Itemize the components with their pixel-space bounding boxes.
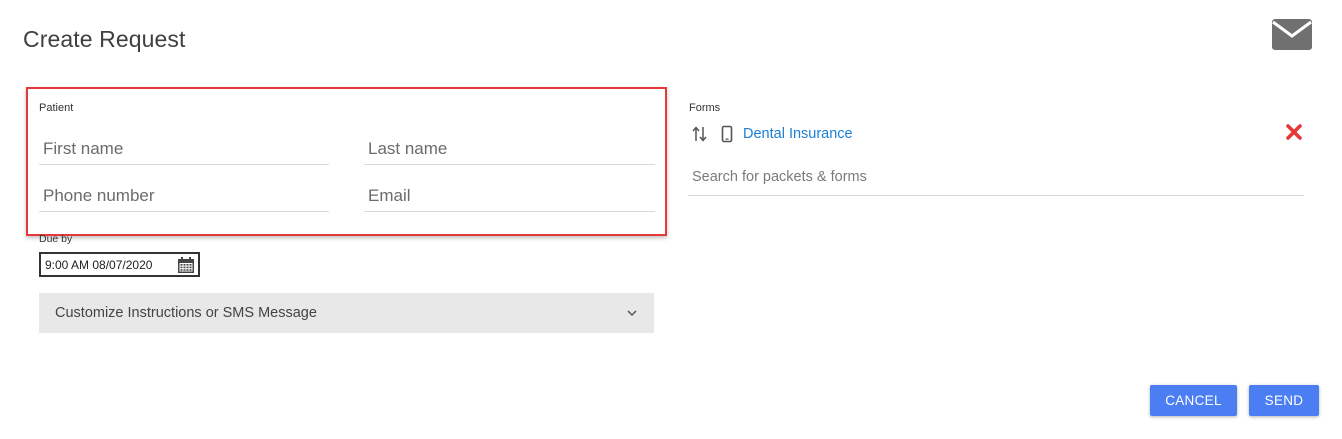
cancel-button[interactable]: CANCEL	[1150, 385, 1237, 416]
last-name-field[interactable]	[364, 133, 655, 165]
mobile-phone-icon	[721, 125, 733, 143]
email-input[interactable]	[368, 185, 655, 206]
reorder-arrows-icon[interactable]	[692, 125, 708, 143]
chevron-down-icon	[627, 310, 637, 317]
send-button[interactable]: SEND	[1249, 385, 1319, 416]
last-name-input[interactable]	[368, 138, 655, 159]
phone-number-input[interactable]	[43, 185, 329, 206]
customize-instructions-label: Customize Instructions or SMS Message	[55, 305, 317, 321]
patient-label: Patient	[39, 102, 74, 114]
first-name-input[interactable]	[43, 138, 329, 159]
due-by-label: Due by	[39, 233, 73, 245]
customize-instructions-dropdown[interactable]: Customize Instructions or SMS Message	[39, 293, 654, 333]
form-item: Dental Insurance	[692, 122, 853, 146]
forms-search-input[interactable]	[692, 168, 1304, 185]
forms-label: Forms	[689, 102, 721, 114]
first-name-field[interactable]	[39, 133, 329, 165]
phone-number-field[interactable]	[39, 180, 329, 212]
form-link-dental-insurance[interactable]: Dental Insurance	[743, 126, 853, 142]
due-by-value: 9:00 AM 08/07/2020	[45, 257, 153, 272]
remove-form-icon[interactable]	[1285, 123, 1303, 141]
mail-icon[interactable]	[1272, 19, 1312, 50]
forms-search-field[interactable]	[688, 158, 1304, 196]
email-field[interactable]	[364, 180, 655, 212]
calendar-icon[interactable]	[177, 256, 195, 274]
due-by-datetime-input[interactable]: 9:00 AM 08/07/2020	[39, 252, 200, 277]
page-title: Create Request	[23, 26, 186, 52]
